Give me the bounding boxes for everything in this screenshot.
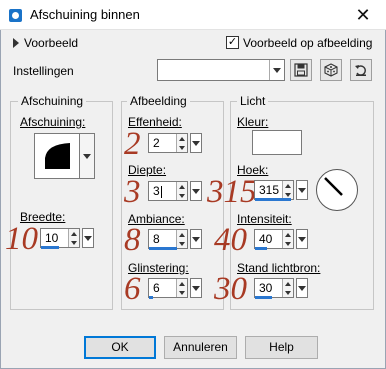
depth-spinner[interactable]: 3 <box>148 181 188 201</box>
spin-up-icon[interactable] <box>177 230 187 239</box>
depth-value[interactable]: 3 <box>149 182 176 200</box>
spin-up-icon[interactable] <box>283 230 293 239</box>
chevron-down-icon <box>83 153 91 159</box>
spin-down-icon[interactable] <box>283 288 293 297</box>
spin-up-icon[interactable] <box>177 134 187 143</box>
text-cursor <box>160 185 162 198</box>
elevation-label: Stand lichtbron: <box>237 261 321 275</box>
spin-down-icon[interactable] <box>177 191 187 200</box>
spin-down-icon[interactable] <box>177 239 187 248</box>
spin-up-icon[interactable] <box>283 279 293 288</box>
width-dropdown-button[interactable] <box>82 228 94 248</box>
app-icon <box>9 9 22 22</box>
preview-on-image-label[interactable]: Voorbeeld op afbeelding <box>243 36 372 50</box>
settings-label: Instellingen <box>13 64 74 78</box>
angle-dropdown-button[interactable] <box>296 180 308 200</box>
chevron-down-icon <box>298 285 306 291</box>
ambience-annotation: 8 <box>124 222 141 258</box>
image-group-label: Afbeelding <box>127 94 190 108</box>
shininess-value[interactable]: 6 <box>149 279 176 297</box>
color-swatch[interactable] <box>252 130 302 155</box>
depth-annotation: 3 <box>124 174 141 210</box>
preview-toggle-label[interactable]: Voorbeeld <box>24 36 78 50</box>
spin-down-icon[interactable] <box>177 143 187 152</box>
ambience-spinner[interactable]: 8 <box>148 229 188 249</box>
ok-button[interactable]: OK <box>84 336 156 359</box>
bevel-shape-icon <box>45 143 70 169</box>
angle-value[interactable]: 315 <box>255 181 282 199</box>
intensity-slider-fill <box>255 247 267 250</box>
chevron-down-icon <box>192 285 200 291</box>
width-value[interactable]: 10 <box>41 229 68 247</box>
color-label: Kleur: <box>237 115 269 129</box>
light-group-label: Licht <box>237 94 269 108</box>
chevron-down-icon <box>192 236 200 242</box>
ambience-dropdown-button[interactable] <box>190 229 202 249</box>
chevron-down-icon[interactable] <box>269 60 284 80</box>
smoothness-spinner[interactable]: 2 <box>148 133 188 153</box>
bevel-shape-preview[interactable] <box>34 133 80 179</box>
elevation-spinner[interactable]: 30 <box>254 278 294 298</box>
spin-down-icon[interactable] <box>177 288 187 297</box>
ambience-value[interactable]: 8 <box>149 230 176 248</box>
shininess-dropdown-button[interactable] <box>190 278 202 298</box>
window-title: Afschuining binnen <box>30 7 140 22</box>
angle-spinner[interactable]: 315 <box>254 180 294 200</box>
shininess-slider-fill <box>149 296 153 299</box>
chevron-down-icon <box>192 188 200 194</box>
angle-annotation: 315 <box>207 174 257 210</box>
random-preset-button[interactable] <box>320 59 342 81</box>
width-annotation: 10 <box>5 221 38 257</box>
width-slider-fill <box>41 246 59 249</box>
preview-on-image-checkbox[interactable]: ✓ <box>226 36 239 49</box>
spin-down-icon[interactable] <box>283 239 293 248</box>
reset-button[interactable] <box>350 59 372 81</box>
chevron-down-icon <box>298 236 306 242</box>
elevation-slider-fill <box>255 296 272 299</box>
save-preset-button[interactable] <box>290 59 312 81</box>
angle-slider-fill <box>255 198 291 201</box>
bevel-shape-dropdown-button[interactable] <box>80 133 95 179</box>
chevron-down-icon <box>298 187 306 193</box>
ambience-slider-fill <box>149 247 177 250</box>
smoothness-value[interactable]: 2 <box>149 134 176 152</box>
reset-icon <box>355 65 366 76</box>
depth-dropdown-button[interactable] <box>190 181 202 201</box>
spin-up-icon[interactable] <box>177 279 187 288</box>
smoothness-dropdown-button[interactable] <box>190 133 202 153</box>
angle-dial[interactable] <box>315 168 359 212</box>
elevation-dropdown-button[interactable] <box>296 278 308 298</box>
intensity-spinner[interactable]: 40 <box>254 229 294 249</box>
spin-up-icon[interactable] <box>69 229 79 238</box>
spin-up-icon[interactable] <box>283 181 293 190</box>
intensity-value[interactable]: 40 <box>255 230 282 248</box>
bevel-shape-label: Afschuining: <box>20 115 86 129</box>
chevron-down-icon <box>84 235 92 241</box>
cancel-button[interactable]: Annuleren <box>164 336 237 359</box>
expand-triangle-icon[interactable] <box>13 38 19 48</box>
elevation-annotation: 30 <box>214 271 247 307</box>
close-icon[interactable]: ✕ <box>348 3 378 27</box>
spin-down-icon[interactable] <box>69 238 79 247</box>
shininess-spinner[interactable]: 6 <box>148 278 188 298</box>
bevel-group-label: Afschuining <box>18 94 87 108</box>
elevation-value[interactable]: 30 <box>255 279 282 297</box>
dice-icon <box>324 63 338 77</box>
spin-up-icon[interactable] <box>177 182 187 191</box>
settings-dropdown-value <box>158 60 269 80</box>
chevron-down-icon <box>192 140 200 146</box>
smoothness-annotation: 2 <box>124 126 141 162</box>
help-button[interactable]: Help <box>245 336 318 359</box>
shininess-annotation: 6 <box>124 271 141 307</box>
save-icon <box>294 63 308 77</box>
angle-dial-icon <box>316 169 358 211</box>
width-spinner[interactable]: 10 <box>40 228 80 248</box>
settings-dropdown[interactable] <box>157 59 285 81</box>
intensity-dropdown-button[interactable] <box>296 229 308 249</box>
intensity-annotation: 40 <box>214 222 247 258</box>
